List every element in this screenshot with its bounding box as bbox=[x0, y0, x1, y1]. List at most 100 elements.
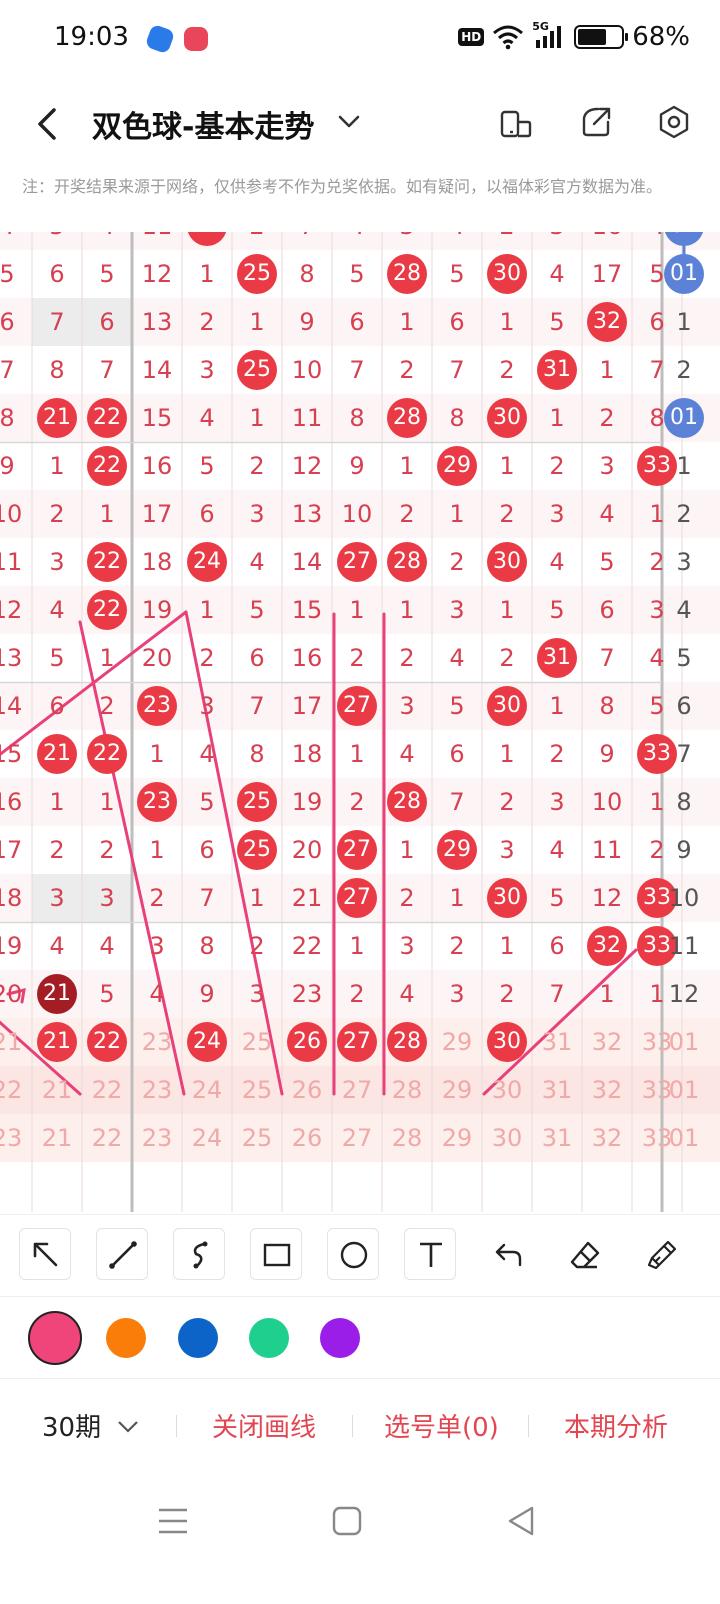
rectangle-tool-button[interactable] bbox=[250, 1228, 302, 1280]
share-icon[interactable] bbox=[578, 104, 614, 140]
missing-count: 4 bbox=[432, 232, 482, 250]
missing-count: 12 bbox=[591, 884, 623, 912]
missing-count: 1 bbox=[499, 452, 515, 480]
missing-count: 2 bbox=[399, 884, 415, 912]
red-ball: 27 bbox=[337, 1022, 377, 1062]
missing-count: 2 bbox=[549, 452, 565, 480]
chevron-down-icon[interactable] bbox=[334, 106, 364, 136]
missing-count: 30 bbox=[491, 1124, 523, 1152]
missing-count: 6 bbox=[49, 692, 65, 720]
settings-icon[interactable] bbox=[656, 104, 692, 140]
missing-count: 3 bbox=[382, 232, 432, 250]
missing-count: 8 bbox=[0, 404, 15, 432]
missing-count: 23 bbox=[0, 1124, 23, 1152]
missing-count: 3 bbox=[99, 884, 115, 912]
circle-tool-button[interactable] bbox=[327, 1228, 379, 1280]
missing-count: 21 bbox=[291, 884, 323, 912]
divider bbox=[352, 1415, 353, 1437]
missing-count: 3 bbox=[499, 836, 515, 864]
missing-count: 29 bbox=[441, 1124, 473, 1152]
missing-count: 2 bbox=[549, 740, 565, 768]
curve-tool-button[interactable] bbox=[173, 1228, 225, 1280]
missing-count: 3 bbox=[449, 980, 465, 1008]
blue-missing-count: 11 bbox=[668, 932, 700, 960]
missing-count: 11 bbox=[0, 548, 23, 576]
missing-count: 1 bbox=[499, 596, 515, 624]
app-notification-icon bbox=[184, 27, 208, 51]
missing-count: 23 bbox=[141, 1076, 173, 1104]
missing-count: 18 bbox=[0, 884, 23, 912]
missing-count: 4 bbox=[599, 500, 615, 528]
missing-count: 1 bbox=[249, 308, 265, 336]
color-swatch-orange[interactable] bbox=[106, 1318, 146, 1358]
line-tool-button[interactable] bbox=[96, 1228, 148, 1280]
color-swatch-green[interactable] bbox=[249, 1318, 289, 1358]
close-lines-button[interactable]: 关闭画线 bbox=[212, 1407, 316, 1444]
missing-count: 11 bbox=[591, 836, 623, 864]
missing-count: 4 bbox=[399, 740, 415, 768]
color-swatch-purple[interactable] bbox=[320, 1318, 360, 1358]
missing-count: 9 bbox=[349, 452, 365, 480]
missing-count: 24 bbox=[191, 1076, 223, 1104]
blue-ball: 01 bbox=[664, 254, 704, 294]
missing-count: 2 bbox=[349, 788, 365, 816]
broom-icon bbox=[647, 1240, 677, 1270]
missing-count: 1 bbox=[149, 836, 165, 864]
missing-count: 1 bbox=[549, 404, 565, 432]
missing-count: 27 bbox=[341, 1076, 373, 1104]
undo-tool-button[interactable] bbox=[481, 1228, 533, 1280]
pointer-tool-button[interactable] bbox=[19, 1228, 71, 1280]
missing-count: 1 bbox=[349, 596, 365, 624]
missing-count: 7 bbox=[449, 356, 465, 384]
analysis-button[interactable]: 本期分析 bbox=[564, 1407, 668, 1444]
missing-count: 4 bbox=[49, 932, 65, 960]
missing-count: 3 bbox=[599, 452, 615, 480]
missing-count: 21 bbox=[41, 1124, 73, 1152]
color-swatch-pink[interactable] bbox=[28, 1311, 82, 1365]
missing-count: 7 bbox=[282, 232, 332, 250]
missing-count: 8 bbox=[299, 260, 315, 288]
missing-count: 27 bbox=[341, 1124, 373, 1152]
missing-count: 4 bbox=[449, 644, 465, 672]
pick-list-button[interactable]: 选号单(0) bbox=[384, 1407, 499, 1444]
missing-count: 1 bbox=[149, 740, 165, 768]
blue-missing-count: 01 bbox=[668, 1028, 700, 1056]
clear-tool-button[interactable] bbox=[635, 1228, 687, 1280]
missing-count: 5 bbox=[249, 596, 265, 624]
blue-missing-count: 3 bbox=[676, 548, 692, 576]
missing-count: 3 bbox=[249, 500, 265, 528]
missing-count: 19 bbox=[141, 596, 173, 624]
red-ball: 23 bbox=[137, 782, 177, 822]
trend-chart[interactable]: 4541124274342316401565121258528530417501… bbox=[0, 232, 720, 1212]
missing-count: 21 bbox=[0, 1028, 23, 1056]
missing-count: 6 bbox=[249, 644, 265, 672]
period-selector[interactable]: 30期 bbox=[42, 1407, 141, 1444]
missing-count: 2 bbox=[49, 500, 65, 528]
red-ball: 24 bbox=[187, 232, 227, 246]
red-ball: 27 bbox=[337, 686, 377, 726]
missing-count: 4 bbox=[49, 596, 65, 624]
text-tool-button[interactable] bbox=[404, 1228, 456, 1280]
app-notification-icon bbox=[144, 23, 176, 55]
missing-count: 1 bbox=[49, 452, 65, 480]
eraser-tool-button[interactable] bbox=[558, 1228, 610, 1280]
menu-icon[interactable] bbox=[156, 1504, 190, 1538]
back-nav-icon[interactable] bbox=[504, 1504, 538, 1538]
divider bbox=[176, 1415, 177, 1437]
missing-count: 17 bbox=[291, 692, 323, 720]
blue-missing-count: 2 bbox=[676, 500, 692, 528]
back-icon[interactable] bbox=[30, 102, 66, 146]
red-ball: 30 bbox=[487, 254, 527, 294]
home-icon[interactable] bbox=[330, 1504, 364, 1538]
blue-missing-count: 4 bbox=[676, 596, 692, 624]
color-palette bbox=[0, 1296, 720, 1378]
missing-count: 31 bbox=[541, 1028, 573, 1056]
missing-count: 1 bbox=[49, 788, 65, 816]
missing-count: 17 bbox=[591, 260, 623, 288]
landscape-toggle-icon[interactable] bbox=[498, 104, 534, 140]
missing-count: 2 bbox=[482, 232, 532, 250]
missing-count: 8 bbox=[199, 932, 215, 960]
wifi-icon bbox=[493, 25, 524, 50]
color-swatch-blue[interactable] bbox=[178, 1318, 218, 1358]
page-title[interactable]: 双色球-基本走势 bbox=[92, 102, 314, 146]
